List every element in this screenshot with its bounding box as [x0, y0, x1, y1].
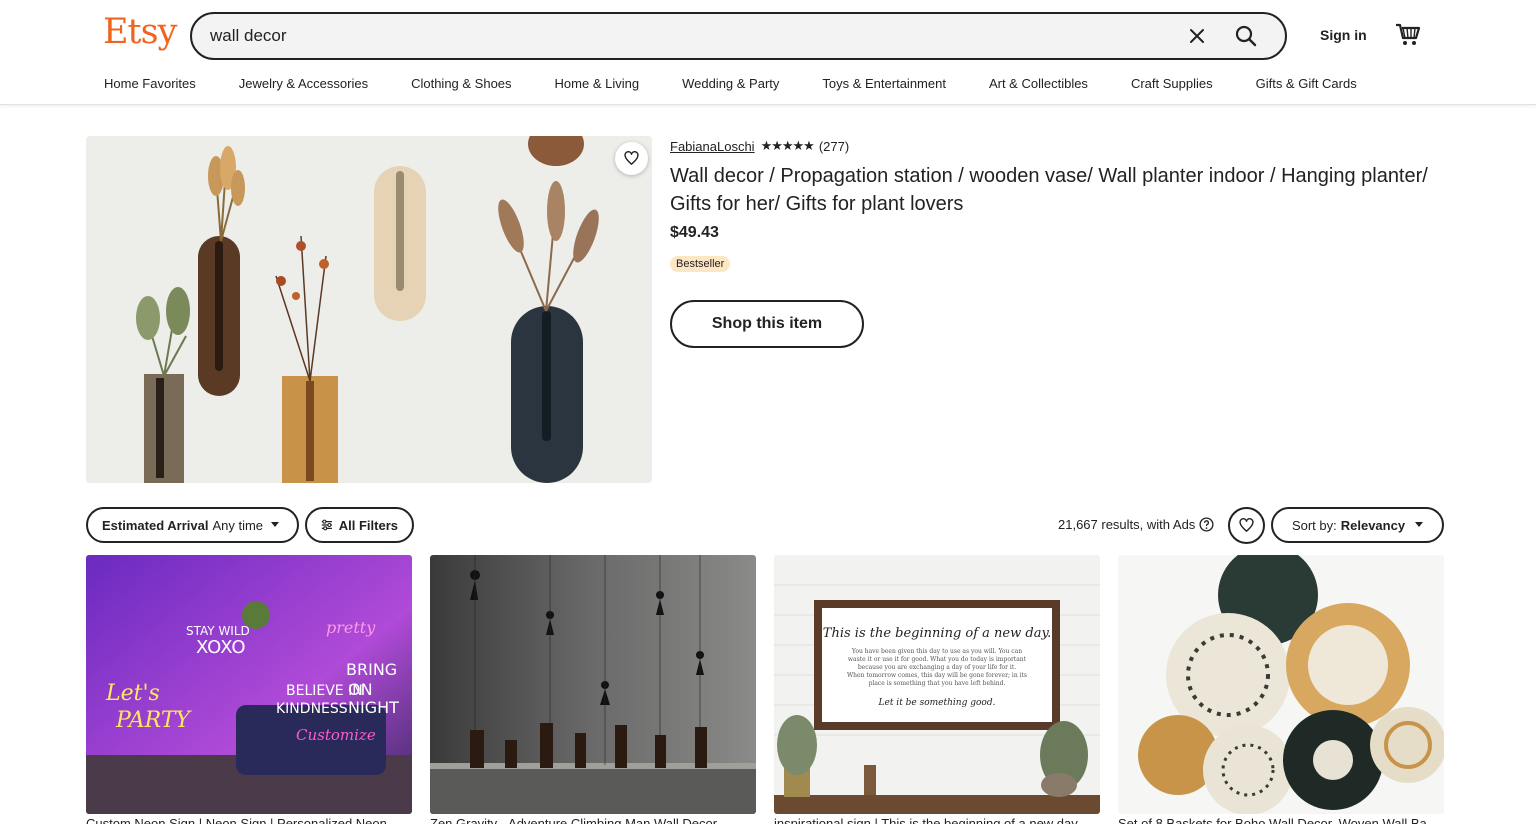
listing-image-woven-baskets[interactable] — [1118, 555, 1444, 814]
review-count: (277) — [818, 138, 850, 154]
cart-icon — [1396, 23, 1421, 45]
save-search-button[interactable] — [1228, 507, 1265, 544]
etsy-logo[interactable]: Etsy — [103, 12, 177, 52]
filter-sliders-icon — [321, 519, 332, 531]
star-rating: ★★★★★ — [760, 138, 815, 153]
svg-text:Customize: Customize — [296, 726, 376, 744]
search-submit-button[interactable] — [1228, 18, 1264, 54]
sort-label: Sort by: — [1291, 517, 1337, 533]
svg-text:place is something that you ha: place is something that you have left be… — [869, 680, 1006, 687]
results-text: 21,667 results, with Ads — [1058, 517, 1196, 532]
svg-text:Let's: Let's — [105, 681, 160, 706]
svg-text:You have been given this day t: You have been given this day to use as y… — [851, 648, 1022, 655]
svg-text:When tomorrow comes, this day: When tomorrow comes, this day will be go… — [847, 672, 1027, 679]
svg-text:ON: ON — [348, 680, 373, 699]
listing-image-inspirational-sign[interactable]: This is the beginning of a new day. You … — [774, 555, 1100, 814]
arrival-label: Estimated Arrival — [102, 517, 209, 533]
svg-text:Let it be something good.: Let it be something good. — [878, 698, 996, 708]
favorite-button[interactable] — [615, 142, 648, 175]
svg-text:because you are exchanging a d: because you are exchanging a day of your… — [858, 664, 1016, 671]
estimated-arrival-filter[interactable]: Estimated Arrival Any time — [86, 507, 299, 543]
svg-text:BRING: BRING — [346, 660, 397, 679]
cart-button[interactable] — [1394, 20, 1422, 48]
close-icon — [1190, 29, 1204, 43]
ad-shop-meta: FabianaLoschi ★★★★★ (277) — [670, 138, 849, 154]
svg-text:NIGHT: NIGHT — [348, 698, 399, 717]
bestseller-badge: Bestseller — [670, 256, 731, 272]
arrival-value: Any time — [212, 517, 264, 533]
svg-text:XOXO: XOXO — [196, 637, 246, 658]
category-home-favorites[interactable]: Home Favorites — [104, 76, 196, 96]
listing-title[interactable]: Zen Gravity - Adventure Climbing Man Wal… — [430, 816, 756, 824]
caret-down-icon — [271, 522, 280, 527]
category-art-collectibles[interactable]: Art & Collectibles — [989, 76, 1088, 96]
category-jewelry-accessories[interactable]: Jewelry & Accessories — [239, 76, 368, 96]
category-gifts-gift-cards[interactable]: Gifts & Gift Cards — [1256, 76, 1357, 96]
listing-title[interactable]: inspirational sign | This is the beginni… — [774, 816, 1100, 824]
ad-price: $49.43 — [670, 224, 719, 241]
category-toys-entertainment[interactable]: Toys & Entertainment — [822, 76, 946, 96]
listing-image-neon-sign[interactable]: Let's PARTY XOXO BELIEVE IN KINDNESS BRI… — [86, 555, 412, 814]
svg-text:STAY WILD: STAY WILD — [186, 624, 250, 638]
listing-title[interactable]: Set of 8 Baskets for Boho Wall Decor, Wo… — [1118, 816, 1444, 824]
svg-text:waste it or use it for good. W: waste it or use it for good. What you do… — [848, 656, 1027, 663]
question-circle-icon — [1199, 517, 1214, 532]
category-clothing-shoes[interactable]: Clothing & Shoes — [411, 76, 511, 96]
category-craft-supplies[interactable]: Craft Supplies — [1131, 76, 1213, 96]
search-icon — [1235, 25, 1257, 47]
sort-dropdown[interactable]: Sort by: Relevancy — [1271, 507, 1444, 543]
shop-name-link[interactable]: FabianaLoschi — [670, 139, 755, 154]
category-home-living[interactable]: Home & Living — [555, 76, 640, 96]
ads-help-button[interactable] — [1199, 517, 1214, 532]
all-filters-button[interactable]: All Filters — [305, 507, 414, 543]
heart-icon — [624, 151, 639, 165]
shop-this-item-button[interactable]: Shop this item — [670, 300, 864, 348]
all-filters-label: All Filters — [338, 517, 398, 533]
svg-text:This is the beginning of a new: This is the beginning of a new day. — [823, 626, 1051, 641]
listing-image-climbing-man[interactable] — [430, 555, 756, 814]
site-header: Etsy Sign in Home Favorites Jewelry & Ac… — [0, 0, 1536, 105]
results-count: 21,667 results, with Ads — [1058, 517, 1214, 532]
ad-listing-image[interactable] — [86, 136, 652, 483]
category-wedding-party[interactable]: Wedding & Party — [682, 76, 779, 96]
search-bar — [190, 12, 1287, 60]
heart-icon — [1239, 518, 1254, 532]
listing-title[interactable]: Custom Neon Sign | Neon Sign | Personali… — [86, 816, 412, 824]
svg-text:PARTY: PARTY — [115, 708, 193, 733]
clear-search-button[interactable] — [1182, 21, 1212, 51]
svg-text:pretty: pretty — [326, 618, 376, 637]
sign-in-link[interactable]: Sign in — [1320, 27, 1367, 43]
category-nav: Home Favorites Jewelry & Accessories Clo… — [104, 76, 1357, 96]
ad-listing-title[interactable]: Wall decor / Propagation station / woode… — [670, 162, 1450, 218]
sort-value: Relevancy — [1340, 517, 1406, 533]
search-input[interactable] — [210, 14, 1170, 58]
caret-down-icon — [1415, 522, 1424, 527]
svg-text:KINDNESS: KINDNESS — [276, 701, 348, 717]
